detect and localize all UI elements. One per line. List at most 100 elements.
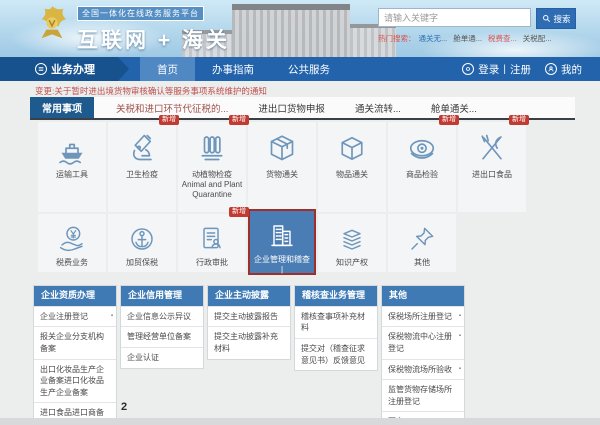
nav-business-menu-label: 业务办理: [51, 64, 95, 76]
item-marker-icon: ▪: [110, 312, 113, 319]
site-header: 全国一体化在线政务服务平台 互联网 + 海关 搜索 热门搜索：通关无... 舱单通…: [0, 0, 600, 70]
service-tile-label: 税费业务: [56, 258, 88, 267]
cube-icon: [334, 131, 370, 167]
search-input[interactable]: [378, 8, 531, 27]
search-button-label: 搜索: [553, 13, 571, 24]
search-button[interactable]: 搜索: [536, 8, 577, 29]
service-tile-label: 企业管理和稽查: [254, 255, 310, 264]
main-navbar: 业务办理 首页 办事指南 公共服务 登录 | 注册 我的: [0, 57, 600, 81]
microscope-icon: [124, 131, 160, 167]
text-cursor-mark: |: [280, 265, 284, 274]
service-tile-label: 其他: [414, 258, 430, 267]
service-tile-货物通关[interactable]: 货物通关: [248, 122, 316, 212]
announcement-link[interactable]: 变更:关于暂时进出境货物审核确认等服务事项系统维护的通知: [35, 85, 267, 97]
service-tile-商品检验[interactable]: 新增 商品检验: [388, 115, 459, 212]
item-marker-icon: ▪: [458, 312, 461, 319]
panel-item-link[interactable]: 提交主动披露报告: [208, 305, 290, 327]
panel-item-link[interactable]: 保税物流场所验收 ▪: [382, 358, 464, 380]
panel-企业资质办理: 企业资质办理 企业注册登记 ▪ 报关企业分支机构备案 出口化妆品生产企业备案进口化妆品生…: [33, 285, 117, 425]
service-tile-行政审批[interactable]: 新增行政审批: [178, 207, 249, 272]
panel-item-link[interactable]: 出口化妆品生产企业备案进口化妆品生产企业备案: [34, 358, 116, 403]
hot-search-link[interactable]: 通关无...: [419, 34, 448, 43]
service-tile-label: 知识产权: [336, 258, 368, 267]
service-tile-label: 行政审批: [196, 258, 228, 267]
hot-search-link[interactable]: 关税配...: [523, 34, 552, 43]
service-tile-label: 加贸保税: [126, 258, 158, 267]
category-tab-active[interactable]: 常用事项: [30, 97, 94, 118]
service-tile-label: 进出口食品: [472, 170, 512, 179]
new-badge: 新增: [229, 115, 249, 126]
panel-item-link[interactable]: 监管货物存储场所注册登记: [382, 379, 464, 411]
layers-icon: [336, 223, 368, 255]
new-badge: 新增: [229, 207, 249, 218]
service-tile-知识产权[interactable]: 知识产权: [318, 214, 386, 272]
service-tile-物品通关[interactable]: 物品通关: [318, 122, 386, 212]
bottom-strip: [0, 418, 600, 425]
hamburger-icon: [35, 63, 47, 75]
service-link-panels: 企业资质办理 企业注册登记 ▪ 报关企业分支机构备案 出口化妆品生产企业备案进口化妆品生…: [33, 285, 468, 425]
service-tile-label: 卫生检疫: [126, 170, 158, 179]
panel-item-link[interactable]: 保税场所注册登记 ▪: [382, 305, 464, 327]
panel-item-link[interactable]: 企业认证: [121, 347, 203, 368]
panel-header: 稽核查业务管理: [295, 286, 377, 306]
anchor-icon: [126, 223, 158, 255]
service-tile-税费业务[interactable]: 税费业务: [38, 214, 106, 272]
panel-item-link[interactable]: 企业注册登记 ▪: [34, 305, 116, 327]
panel-item-link[interactable]: 报关企业分支机构备案: [34, 326, 116, 358]
panel-item-link[interactable]: 稽核查事项补充材料: [295, 305, 377, 338]
hot-search-link[interactable]: 舱单通...: [453, 34, 482, 43]
service-tile-卫生检疫[interactable]: 新增卫生检疫: [108, 115, 179, 212]
service-tile-进出口食品[interactable]: 新增进出口食品: [458, 115, 529, 212]
nav-tab-公共服务[interactable]: 公共服务: [271, 57, 347, 81]
annotation-step-number: 2: [121, 401, 128, 413]
service-tile-加贸保税[interactable]: 加贸保税: [108, 214, 176, 272]
site-title: 互联网 + 海关: [77, 29, 230, 52]
panel-item-link[interactable]: 保税物流中心注册登记 ▪: [382, 326, 464, 358]
panel-稽核查业务管理: 稽核查业务管理 稽核查事项补充材料 提交对（稽查征求意见书）反馈意见: [294, 285, 378, 372]
panel-item-link[interactable]: 管理经营单位备案: [121, 326, 203, 347]
panel-header: 企业信用管理: [121, 286, 203, 306]
service-tile-label: 动植物检疫 Animal and Plant Quarantine: [181, 170, 243, 199]
service-tile-label: 商品检验: [406, 170, 438, 179]
category-tab-bar: 常用事项 关税和进口环节代征税的... 进出口货物申报 通关流转... 舱单通关...: [30, 97, 575, 120]
panel-header: 其他: [382, 286, 464, 306]
panel-其他: 其他 保税场所注册登记 ▪ 保税物流中心注册登记 ▪ 保税物流场所验收 ▪ 监管货物存储场所注…: [381, 285, 465, 425]
package-icon: [264, 131, 300, 167]
register-link[interactable]: 注册: [510, 62, 531, 77]
service-tile-企业管理和稽查[interactable]: 企业管理和稽查 |: [248, 209, 316, 275]
service-tile-运输工具[interactable]: 运输工具: [38, 122, 106, 212]
service-tile-其他[interactable]: 其他: [388, 214, 456, 272]
approval-icon: [196, 223, 228, 255]
login-icon: [462, 63, 475, 75]
nav-business-menu[interactable]: 业务办理: [0, 57, 129, 81]
service-grid-row-1: 运输工具 新增 卫生检疫 新增 动植物检疫 Animal and Plant Quara…: [38, 115, 529, 212]
my-account-link[interactable]: 我的: [561, 62, 582, 77]
category-tab[interactable]: 通关流转...: [355, 97, 401, 118]
new-badge: 新增: [159, 115, 179, 126]
service-tile-label: 货物通关: [266, 170, 298, 179]
service-tile-label: 运输工具: [56, 170, 88, 179]
item-marker-icon: ▪: [458, 365, 461, 372]
inspection-icon: [404, 131, 440, 167]
nav-tab-办事指南[interactable]: 办事指南: [195, 57, 271, 81]
user-icon: [545, 63, 557, 75]
nav-account-area: 登录 | 注册 我的: [462, 57, 582, 81]
panel-企业信用管理: 企业信用管理 企业信息公示异议 管理经营单位备案 企业认证: [120, 285, 204, 369]
panel-item-link[interactable]: 提交主动披露补充材料: [208, 326, 290, 358]
service-tile-动植物检疫[interactable]: 新增动植物检疫 Animal and Plant Quarantine: [178, 115, 249, 212]
page: 全国一体化在线政务服务平台 互联网 + 海关 搜索 热门搜索：通关无... 舱单通…: [0, 0, 600, 425]
nav-tab-首页[interactable]: 首页: [140, 57, 195, 81]
site-logo[interactable]: 全国一体化在线政务服务平台 互联网 + 海关: [33, 3, 230, 54]
panel-item-link[interactable]: 提交对（稽查征求意见书）反馈意见: [295, 338, 377, 370]
panel-item-link[interactable]: 企业信息公示异议: [121, 305, 203, 327]
login-register-separator: |: [503, 63, 506, 75]
new-badge: 新增: [509, 115, 529, 126]
hot-search-link[interactable]: 税费查...: [488, 34, 517, 43]
panel-header: 企业主动披露: [208, 286, 290, 306]
category-tab[interactable]: 进出口货物申报: [258, 97, 325, 118]
magnifier-icon: [543, 15, 551, 23]
panel-header: 企业资质办理: [34, 286, 116, 306]
item-marker-icon: ▪: [458, 333, 461, 340]
login-link[interactable]: 登录: [478, 62, 499, 77]
search-area: 搜索 热门搜索：通关无... 舱单通... 税费查... 关税配...: [378, 8, 578, 44]
